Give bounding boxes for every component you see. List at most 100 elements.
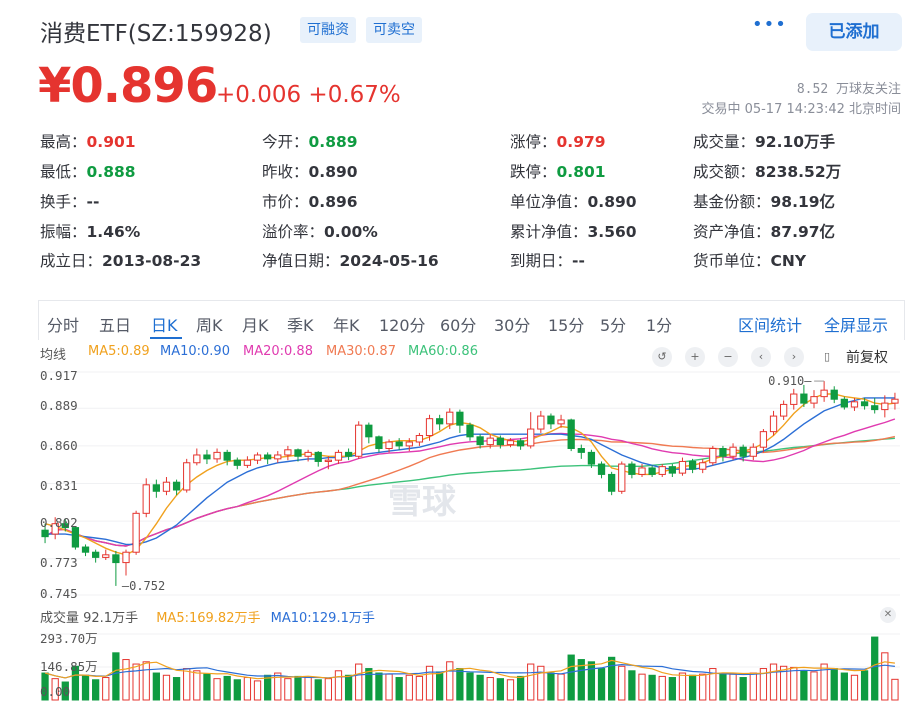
volume-bar bbox=[567, 654, 575, 701]
candle bbox=[476, 436, 484, 446]
candle bbox=[132, 512, 140, 553]
volume-bar bbox=[557, 673, 565, 701]
candle bbox=[557, 419, 565, 425]
candle bbox=[608, 473, 616, 492]
candle bbox=[486, 437, 494, 446]
candle bbox=[628, 463, 636, 475]
candle bbox=[820, 389, 828, 398]
ma10-line bbox=[45, 397, 895, 546]
volume-bar bbox=[112, 652, 120, 701]
candle bbox=[658, 466, 666, 475]
volume-bar bbox=[881, 652, 889, 701]
candle bbox=[395, 441, 403, 447]
volume-bar bbox=[223, 675, 231, 701]
volume-bar bbox=[415, 675, 424, 701]
high-label: 0.910— bbox=[768, 374, 812, 388]
ma5-line bbox=[44, 393, 895, 556]
volume-bar bbox=[466, 672, 474, 701]
volume-bar bbox=[436, 671, 444, 701]
y-tick-label: 0.860 bbox=[40, 438, 78, 453]
volume-bar bbox=[668, 677, 676, 701]
volume-bar bbox=[264, 674, 272, 701]
candle bbox=[203, 454, 211, 460]
volume-bar bbox=[749, 672, 757, 701]
volume-bar bbox=[162, 674, 171, 701]
candle bbox=[648, 467, 656, 475]
candle bbox=[688, 460, 697, 470]
candle bbox=[496, 437, 504, 446]
candle bbox=[567, 419, 575, 449]
volume-bar bbox=[658, 675, 666, 701]
ma60-line bbox=[44, 437, 895, 547]
volume-bar bbox=[405, 674, 413, 701]
candle bbox=[577, 447, 585, 453]
candle bbox=[516, 440, 525, 447]
candle bbox=[274, 454, 282, 460]
volume-bar bbox=[334, 670, 343, 701]
volume-bar bbox=[618, 665, 626, 701]
candle bbox=[759, 431, 768, 448]
volume-bar bbox=[537, 665, 545, 701]
kline-chart[interactable]: 0.910— —0.752 bbox=[0, 0, 915, 706]
volume-bar bbox=[132, 663, 140, 701]
candle bbox=[860, 401, 869, 407]
candle bbox=[334, 451, 343, 461]
volume-bar bbox=[810, 671, 818, 701]
y-tick-label: 0.745 bbox=[40, 586, 78, 601]
volume-bar bbox=[688, 674, 697, 701]
volume-bar bbox=[203, 673, 211, 701]
candle bbox=[304, 451, 312, 457]
candle bbox=[537, 415, 545, 430]
volume-bar bbox=[304, 677, 312, 701]
candle bbox=[213, 451, 221, 460]
volume-bar bbox=[213, 678, 221, 701]
volume-bar bbox=[608, 656, 616, 701]
candle bbox=[253, 454, 262, 461]
candle bbox=[638, 467, 646, 475]
y-tick-label: 0.889 bbox=[40, 398, 78, 413]
volume-bar bbox=[375, 672, 383, 701]
volume-bar bbox=[122, 659, 130, 701]
candle bbox=[871, 405, 879, 411]
candle bbox=[678, 460, 687, 474]
volume-bar bbox=[385, 673, 393, 701]
candle bbox=[891, 398, 899, 404]
volume-bar bbox=[395, 677, 403, 701]
close-icon[interactable]: ✕ bbox=[880, 607, 896, 623]
volume-bar bbox=[496, 678, 504, 701]
volume-bar bbox=[183, 668, 191, 701]
candle bbox=[172, 481, 181, 491]
candle bbox=[830, 389, 838, 400]
candle bbox=[415, 435, 424, 443]
y-tick-label: 0.831 bbox=[40, 478, 78, 493]
vol-tick-label: 0.00 bbox=[40, 684, 71, 699]
volume-bar bbox=[365, 668, 373, 701]
volume-bar bbox=[840, 672, 848, 701]
volume-bar bbox=[193, 670, 201, 701]
candle bbox=[436, 418, 444, 425]
volume-bar bbox=[800, 670, 808, 701]
y-tick-label: 0.773 bbox=[40, 555, 78, 570]
candle bbox=[506, 440, 515, 446]
volume-bar bbox=[506, 679, 515, 701]
volume-bar bbox=[102, 677, 110, 701]
candle bbox=[355, 424, 363, 457]
candle bbox=[425, 418, 434, 437]
candle bbox=[162, 481, 171, 492]
volume-bar bbox=[648, 674, 656, 701]
volume-bar bbox=[638, 673, 646, 701]
candle bbox=[840, 398, 848, 408]
candle bbox=[193, 454, 201, 464]
candle bbox=[112, 554, 120, 564]
volume-bar bbox=[172, 677, 181, 701]
candle bbox=[719, 447, 727, 457]
volume-bar bbox=[729, 673, 737, 701]
candle bbox=[152, 484, 160, 492]
candle bbox=[709, 447, 717, 464]
volume-bar bbox=[486, 677, 494, 701]
volume-bar bbox=[678, 672, 687, 701]
candle bbox=[618, 463, 626, 492]
candle bbox=[71, 527, 80, 548]
candle bbox=[183, 462, 191, 491]
candle bbox=[547, 415, 555, 425]
